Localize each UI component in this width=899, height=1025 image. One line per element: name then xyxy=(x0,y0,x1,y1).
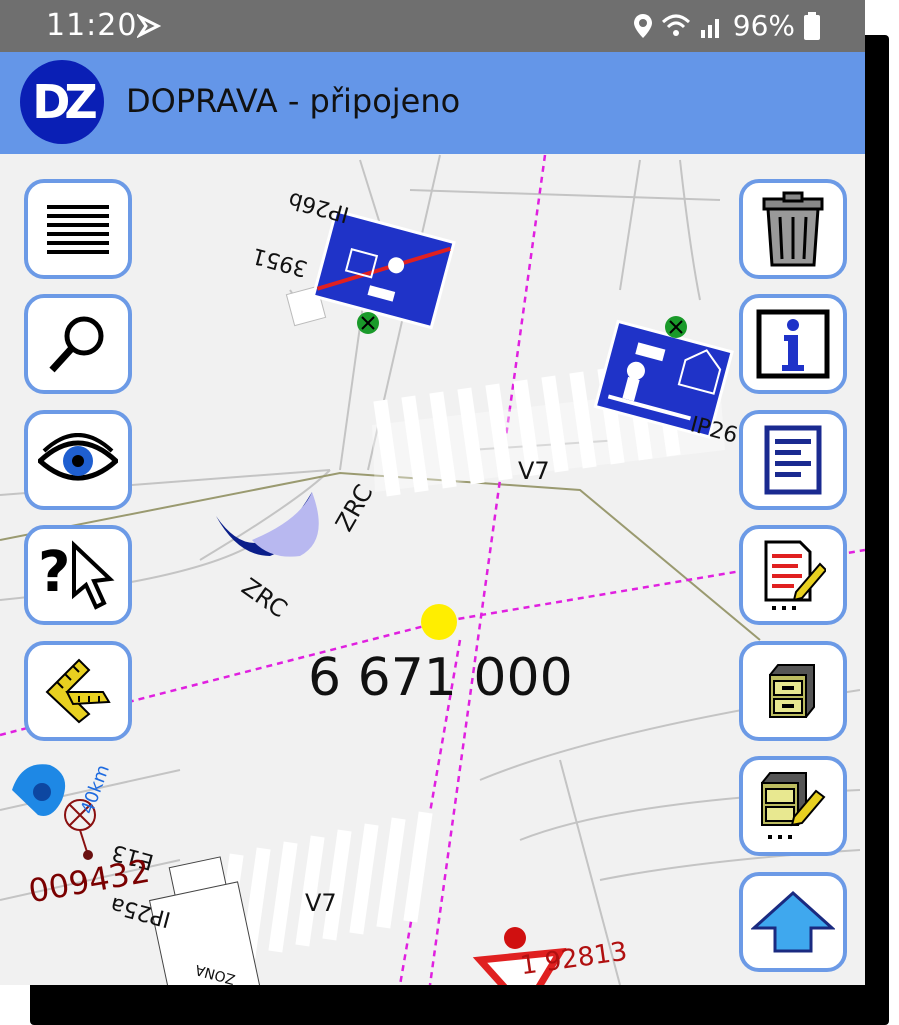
cabinet-edit-icon xyxy=(761,772,826,839)
signal-icon xyxy=(700,18,719,38)
eye-icon xyxy=(38,433,118,481)
list-button[interactable] xyxy=(739,410,847,510)
edit-cabinet-button[interactable] xyxy=(739,756,847,856)
battery-icon xyxy=(804,11,820,40)
zone-end-sign-icon xyxy=(311,209,456,330)
view-button[interactable] xyxy=(24,410,132,510)
menu-lines-icon xyxy=(47,205,109,254)
traffic-mirror-icon xyxy=(216,492,319,557)
delete-button[interactable] xyxy=(739,179,847,279)
map-pin-icon xyxy=(12,764,66,816)
info-button[interactable] xyxy=(739,294,847,394)
current-position-icon xyxy=(421,604,457,640)
up-button[interactable] xyxy=(739,872,847,972)
edit-button[interactable] xyxy=(739,525,847,625)
svg-text:?: ? xyxy=(38,540,70,605)
road-label: V7 xyxy=(305,889,337,917)
phone-screen: 11:20 96% DZ DOPRAVA - připojeno 6 671 0… xyxy=(0,0,865,985)
app-bar: DZ DOPRAVA - připojeno xyxy=(0,52,865,154)
magnifier-icon xyxy=(49,316,104,373)
status-bar: 11:20 96% xyxy=(0,0,865,52)
edit-document-icon xyxy=(764,540,826,610)
coordinate-readout: 6 671 000 xyxy=(308,648,573,708)
document-list-icon xyxy=(764,425,822,495)
cabinet-icon xyxy=(769,664,815,718)
measure-button[interactable] xyxy=(24,641,132,741)
notification-icon xyxy=(137,14,161,38)
arrow-up-icon xyxy=(751,890,835,953)
cabinet-button[interactable] xyxy=(739,641,847,741)
status-time: 11:20 xyxy=(46,8,138,43)
trash-icon xyxy=(762,191,824,267)
battery-percent: 96% xyxy=(732,9,795,42)
app-logo: DZ xyxy=(20,60,104,144)
info-icon xyxy=(756,309,830,379)
wifi-icon xyxy=(661,14,690,36)
road-label: V7 xyxy=(518,457,550,485)
question-cursor-icon: ? xyxy=(38,540,115,610)
location-icon xyxy=(633,13,652,38)
map-view[interactable]: 6 671 000 V7 V7 ZRC ZRC IP26b 3951 IP26 … xyxy=(0,154,865,985)
ruler-square-icon xyxy=(45,658,111,724)
status-indicators: 96% xyxy=(633,9,821,42)
menu-button[interactable] xyxy=(24,179,132,279)
sign-point-icon xyxy=(504,927,526,949)
identify-button[interactable]: ? xyxy=(24,525,132,625)
app-title: DOPRAVA - připojeno xyxy=(126,82,461,120)
search-button[interactable] xyxy=(24,294,132,394)
